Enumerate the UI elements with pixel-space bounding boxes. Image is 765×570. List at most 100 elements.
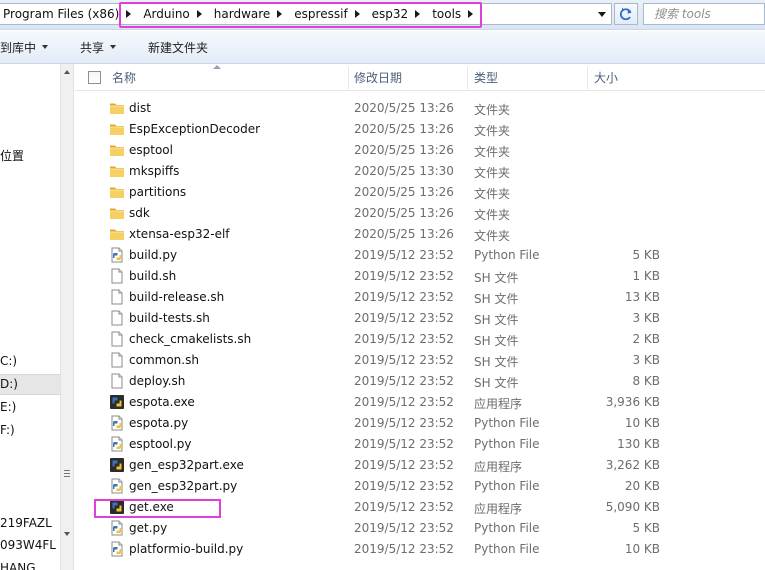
file-date: 2020/5/25 13:26	[354, 206, 454, 220]
nav-item-places[interactable]: 位置	[0, 147, 60, 164]
file-row[interactable]: mkspiffs 2020/5/25 13:30 文件夹	[75, 161, 765, 182]
file-row[interactable]: partitions 2020/5/25 13:26 文件夹	[75, 182, 765, 203]
nav-item-drive-c[interactable]: C:)	[0, 354, 60, 368]
column-header-size[interactable]: 大小	[594, 64, 694, 91]
file-date: 2020/5/25 13:26	[354, 227, 454, 241]
file-size: 5,090 KB	[605, 500, 660, 514]
search-input[interactable]	[652, 6, 764, 22]
breadcrumb-item[interactable]: espressif	[291, 4, 368, 24]
new-folder-button[interactable]: 新建文件夹	[148, 35, 208, 59]
file-date: 2020/5/25 13:26	[354, 143, 454, 157]
breadcrumb[interactable]: Program Files (x86) Arduino hardware esp…	[0, 3, 612, 25]
nav-item-drive-f[interactable]: F:)	[0, 423, 60, 437]
file-name: espota.exe	[129, 395, 195, 409]
nav-item-drive-d[interactable]: D:)	[0, 374, 60, 395]
python-file-icon	[109, 520, 125, 536]
python-file-icon	[109, 436, 125, 452]
breadcrumb-separator-icon[interactable]	[196, 10, 202, 18]
file-size: 3,262 KB	[605, 458, 660, 472]
file-name: get.py	[129, 521, 168, 535]
file-row[interactable]: check_cmakelists.sh 2019/5/12 23:52 SH 文件 2…	[75, 329, 765, 350]
file-type: 文件夹	[474, 229, 511, 243]
breadcrumb-item[interactable]: tools	[429, 4, 482, 24]
breadcrumb-separator-icon[interactable]	[468, 10, 474, 18]
file-type: SH 文件	[474, 292, 519, 306]
breadcrumb-separator-icon[interactable]	[415, 10, 421, 18]
file-row[interactable]: build.py 2019/5/12 23:52 Python File 5 KB	[75, 245, 765, 266]
file-row[interactable]: xtensa-esp32-elf 2020/5/25 13:26 文件夹	[75, 224, 765, 245]
nav-item-network-1[interactable]: 219FAZL	[0, 516, 60, 530]
nav-item-network-2[interactable]: 093W4FL	[0, 538, 60, 552]
file-size: 130 KB	[617, 437, 660, 451]
breadcrumb-item[interactable]: esp32	[369, 4, 430, 24]
file-type: SH 文件	[474, 334, 519, 348]
breadcrumb-item[interactable]: Arduino	[140, 4, 210, 24]
file-name: build-tests.sh	[129, 311, 210, 325]
file-row[interactable]: build-release.sh 2019/5/12 23:52 SH 文件 13 K…	[75, 287, 765, 308]
command-bar: 到库中 共享 新建文件夹	[0, 31, 765, 64]
file-name: deploy.sh	[129, 374, 186, 388]
file-row[interactable]: platformio-build.py 2019/5/12 23:52 Python…	[75, 539, 765, 560]
breadcrumb-separator-icon[interactable]	[277, 10, 283, 18]
nav-scrollbar[interactable]	[60, 64, 74, 570]
file-name: esptool.py	[129, 437, 192, 451]
include-in-library-button[interactable]: 到库中	[0, 35, 74, 59]
column-header-date[interactable]: 修改日期	[354, 64, 466, 91]
file-row[interactable]: espota.py 2019/5/12 23:52 Python File 10 KB	[75, 413, 765, 434]
select-all-checkbox[interactable]	[88, 71, 101, 84]
address-history-dropdown[interactable]	[592, 4, 612, 24]
column-header-name[interactable]: 名称	[112, 64, 348, 91]
file-date: 2019/5/12 23:52	[354, 500, 454, 514]
file-name: mkspiffs	[129, 164, 180, 178]
breadcrumb-separator-icon[interactable]	[354, 10, 360, 18]
folder-icon	[109, 163, 125, 179]
blank-file-icon	[109, 373, 125, 389]
file-name: check_cmakelists.sh	[129, 332, 252, 346]
refresh-button[interactable]	[614, 3, 638, 25]
breadcrumb-separator-icon[interactable]	[126, 10, 132, 18]
file-row[interactable]: build.sh 2019/5/12 23:52 SH 文件 1 KB	[75, 266, 765, 287]
file-date: 2019/5/12 23:52	[354, 332, 454, 346]
column-divider[interactable]	[467, 67, 468, 89]
file-name: build.sh	[129, 269, 177, 283]
file-size: 10 KB	[624, 542, 660, 556]
python-file-icon	[109, 541, 125, 557]
nav-item-network-3[interactable]: HANG	[0, 561, 60, 570]
column-divider[interactable]	[587, 67, 588, 89]
breadcrumb-item[interactable]: Program Files (x86)	[0, 4, 140, 24]
column-header-type[interactable]: 类型	[474, 64, 584, 91]
folder-icon	[109, 121, 125, 137]
file-size: 2 KB	[632, 332, 660, 346]
file-size: 5 KB	[632, 521, 660, 535]
file-row[interactable]: gen_esp32part.exe 2019/5/12 23:52 应用程序 3,26…	[75, 455, 765, 476]
file-row[interactable]: get.exe 2019/5/12 23:52 应用程序 5,090 KB	[75, 497, 765, 518]
python-exe-icon	[109, 457, 125, 473]
new-folder-label: 新建文件夹	[148, 40, 209, 55]
file-row[interactable]: gen_esp32part.py 2019/5/12 23:52 Python Fi…	[75, 476, 765, 497]
file-row[interactable]: sdk 2020/5/25 13:26 文件夹	[75, 203, 765, 224]
scroll-grip-icon	[64, 476, 70, 477]
file-row[interactable]: deploy.sh 2019/5/12 23:52 SH 文件 8 KB	[75, 371, 765, 392]
file-row[interactable]: common.sh 2019/5/12 23:52 SH 文件 3 KB	[75, 350, 765, 371]
file-date: 2019/5/12 23:52	[354, 395, 454, 409]
file-row[interactable]: get.py 2019/5/12 23:52 Python File 5 KB	[75, 518, 765, 539]
file-date: 2019/5/12 23:52	[354, 353, 454, 367]
share-button[interactable]: 共享	[80, 35, 140, 59]
nav-item-drive-e[interactable]: E:)	[0, 400, 60, 414]
file-name: get.exe	[129, 500, 174, 514]
python-file-icon	[109, 247, 125, 263]
file-row[interactable]: espota.exe 2019/5/12 23:52 应用程序 3,936 KB	[75, 392, 765, 413]
blank-file-icon	[109, 310, 125, 326]
file-row[interactable]: esptool 2020/5/25 13:26 文件夹	[75, 140, 765, 161]
file-row[interactable]: build-tests.sh 2019/5/12 23:52 SH 文件 3 KB	[75, 308, 765, 329]
folder-icon	[109, 205, 125, 221]
file-row[interactable]: dist 2020/5/25 13:26 文件夹	[75, 98, 765, 119]
scroll-down-icon[interactable]	[64, 532, 70, 536]
file-row[interactable]: esptool.py 2019/5/12 23:52 Python File 130 …	[75, 434, 765, 455]
file-row[interactable]: EspExceptionDecoder 2020/5/25 13:26 文件夹	[75, 119, 765, 140]
column-divider[interactable]	[348, 67, 349, 89]
search-box[interactable]	[643, 3, 765, 25]
breadcrumb-item[interactable]: hardware	[211, 4, 292, 24]
file-date: 2019/5/12 23:52	[354, 374, 454, 388]
scroll-up-icon[interactable]	[64, 70, 70, 74]
